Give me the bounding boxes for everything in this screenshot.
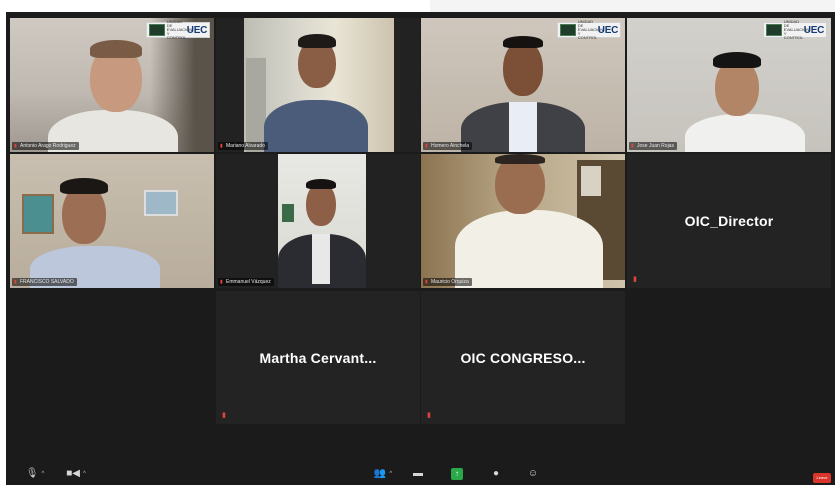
video-tile-1[interactable]: UNIDAD DE EVALUACIÓN Y CONTROL UEC ▮ Ant…	[10, 18, 214, 152]
participant-name: OIC CONGRESO...	[460, 349, 586, 366]
video-tile-2[interactable]: ▮ Mariano Alvarado	[216, 18, 420, 152]
logo-uec-text: UEC	[803, 24, 825, 36]
logo-small-text: UNIDAD DE EVALUACIÓN Y CONTROL	[577, 19, 604, 40]
microphone-muted-icon: ▮	[220, 279, 223, 285]
mute-button[interactable]: 🎙 ^	[22, 468, 48, 480]
wall-painting	[22, 194, 54, 234]
participant-name: Antonio Arago Rodriguez	[20, 143, 76, 149]
video-tile-7[interactable]: ▮ Mauricio Orquiza	[421, 154, 625, 288]
shelf-item	[581, 166, 601, 196]
microphone-muted-icon: 🎙	[25, 468, 39, 479]
file-cabinet	[246, 58, 266, 152]
microphone-muted-icon: ▮	[425, 143, 428, 149]
microphone-muted-icon: ▮	[220, 143, 223, 149]
microphone-muted-icon: ▮	[14, 143, 17, 149]
participant-name-tag: ▮ Antonio Arago Rodriguez	[12, 142, 79, 150]
top-strip	[430, 0, 835, 12]
participant-name: FRANCISCO SALVADO	[20, 279, 74, 285]
record-icon: ●	[492, 468, 500, 479]
reactions-icon: ☺	[527, 468, 539, 479]
chat-button[interactable]: ▬	[410, 468, 426, 480]
video-tile-5[interactable]: ▮ FRANCISCO SALVADO	[10, 154, 214, 288]
video-tile-9[interactable]: Martha Cervant... ▮	[216, 291, 420, 424]
video-tile-4[interactable]: UNIDAD DE EVALUACIÓN Y CONTROL UEC ▮ Jos…	[627, 18, 831, 152]
logo-small-text: UNIDAD DE EVALUACIÓN Y CONTROL	[166, 19, 193, 40]
video-tile-8[interactable]: OIC_Director ▮	[627, 154, 831, 288]
chevron-up-icon[interactable]: ^	[389, 471, 392, 477]
microphone-muted-icon: ▮	[14, 279, 17, 285]
participant-name: Mariano Alvarado	[226, 143, 265, 149]
participant-name: Emmanuel Vázquez	[226, 279, 271, 285]
participant-name-tag: ▮ Jose Juan Rojas	[629, 142, 677, 150]
video-tile-3[interactable]: UNIDAD DE EVALUACIÓN Y CONTROL UEC ▮ Hom…	[421, 18, 625, 152]
participant-name: Homero Ainchela	[431, 143, 470, 149]
logo-emblem-icon	[765, 24, 782, 36]
participants-icon: 👥	[373, 468, 387, 479]
video-button[interactable]: ■◀ ^	[62, 468, 90, 480]
video-tile-10[interactable]: OIC CONGRESO... ▮	[421, 291, 625, 424]
microphone-muted-icon: ▮	[427, 412, 431, 419]
chevron-up-icon[interactable]: ^	[83, 471, 86, 477]
logo-small-text: UNIDAD DE EVALUACIÓN Y CONTROL	[783, 19, 810, 40]
share-screen-icon: ↑	[455, 469, 459, 478]
participant-name: Martha Cervant...	[259, 349, 377, 366]
chat-icon: ▬	[413, 468, 423, 479]
participant-name: Mauricio Orquiza	[431, 279, 469, 285]
microphone-muted-icon: ▮	[222, 412, 226, 419]
logo-emblem-icon	[559, 24, 576, 36]
video-camera-icon: ■◀	[66, 468, 80, 479]
leave-button[interactable]: Leave	[813, 473, 831, 483]
participants-button[interactable]: 👥 ^	[366, 468, 400, 480]
participant-name-tag: ▮ Mauricio Orquiza	[423, 278, 472, 286]
chevron-up-icon[interactable]: ^	[41, 471, 44, 477]
wall-frame	[282, 204, 294, 222]
logo-uec-text: UEC	[597, 24, 619, 36]
wall-painting	[144, 190, 178, 216]
participant-name: OIC_Director	[684, 213, 774, 229]
participant-name: Jose Juan Rojas	[637, 143, 674, 149]
uec-logo: UNIDAD DE EVALUACIÓN Y CONTROL UEC	[145, 19, 210, 40]
participant-name-tag: ▮ Emmanuel Vázquez	[218, 278, 274, 286]
logo-emblem-icon	[148, 24, 165, 36]
microphone-muted-icon: ▮	[631, 143, 634, 149]
uec-logo: UNIDAD DE EVALUACIÓN Y CONTROL UEC	[556, 19, 621, 40]
reactions-button[interactable]: ☺	[526, 468, 540, 480]
record-button[interactable]: ●	[489, 468, 503, 480]
meeting-toolbar: 🎙 ^ ■◀ ^ 👥 ^ ▬ ↑ ● ☺ Leave	[6, 462, 835, 485]
microphone-muted-icon: ▮	[633, 276, 637, 283]
participant-name-tag: ▮ FRANCISCO SALVADO	[12, 278, 77, 286]
video-tile-6[interactable]: ▮ Emmanuel Vázquez	[216, 154, 420, 288]
participant-name-tag: ▮ Homero Ainchela	[423, 142, 473, 150]
share-screen-button[interactable]: ↑	[451, 468, 463, 480]
participant-name-tag: ▮ Mariano Alvarado	[218, 142, 268, 150]
logo-uec-text: UEC	[186, 24, 208, 36]
microphone-muted-icon: ▮	[425, 279, 428, 285]
uec-logo: UNIDAD DE EVALUACIÓN Y CONTROL UEC	[762, 19, 827, 40]
